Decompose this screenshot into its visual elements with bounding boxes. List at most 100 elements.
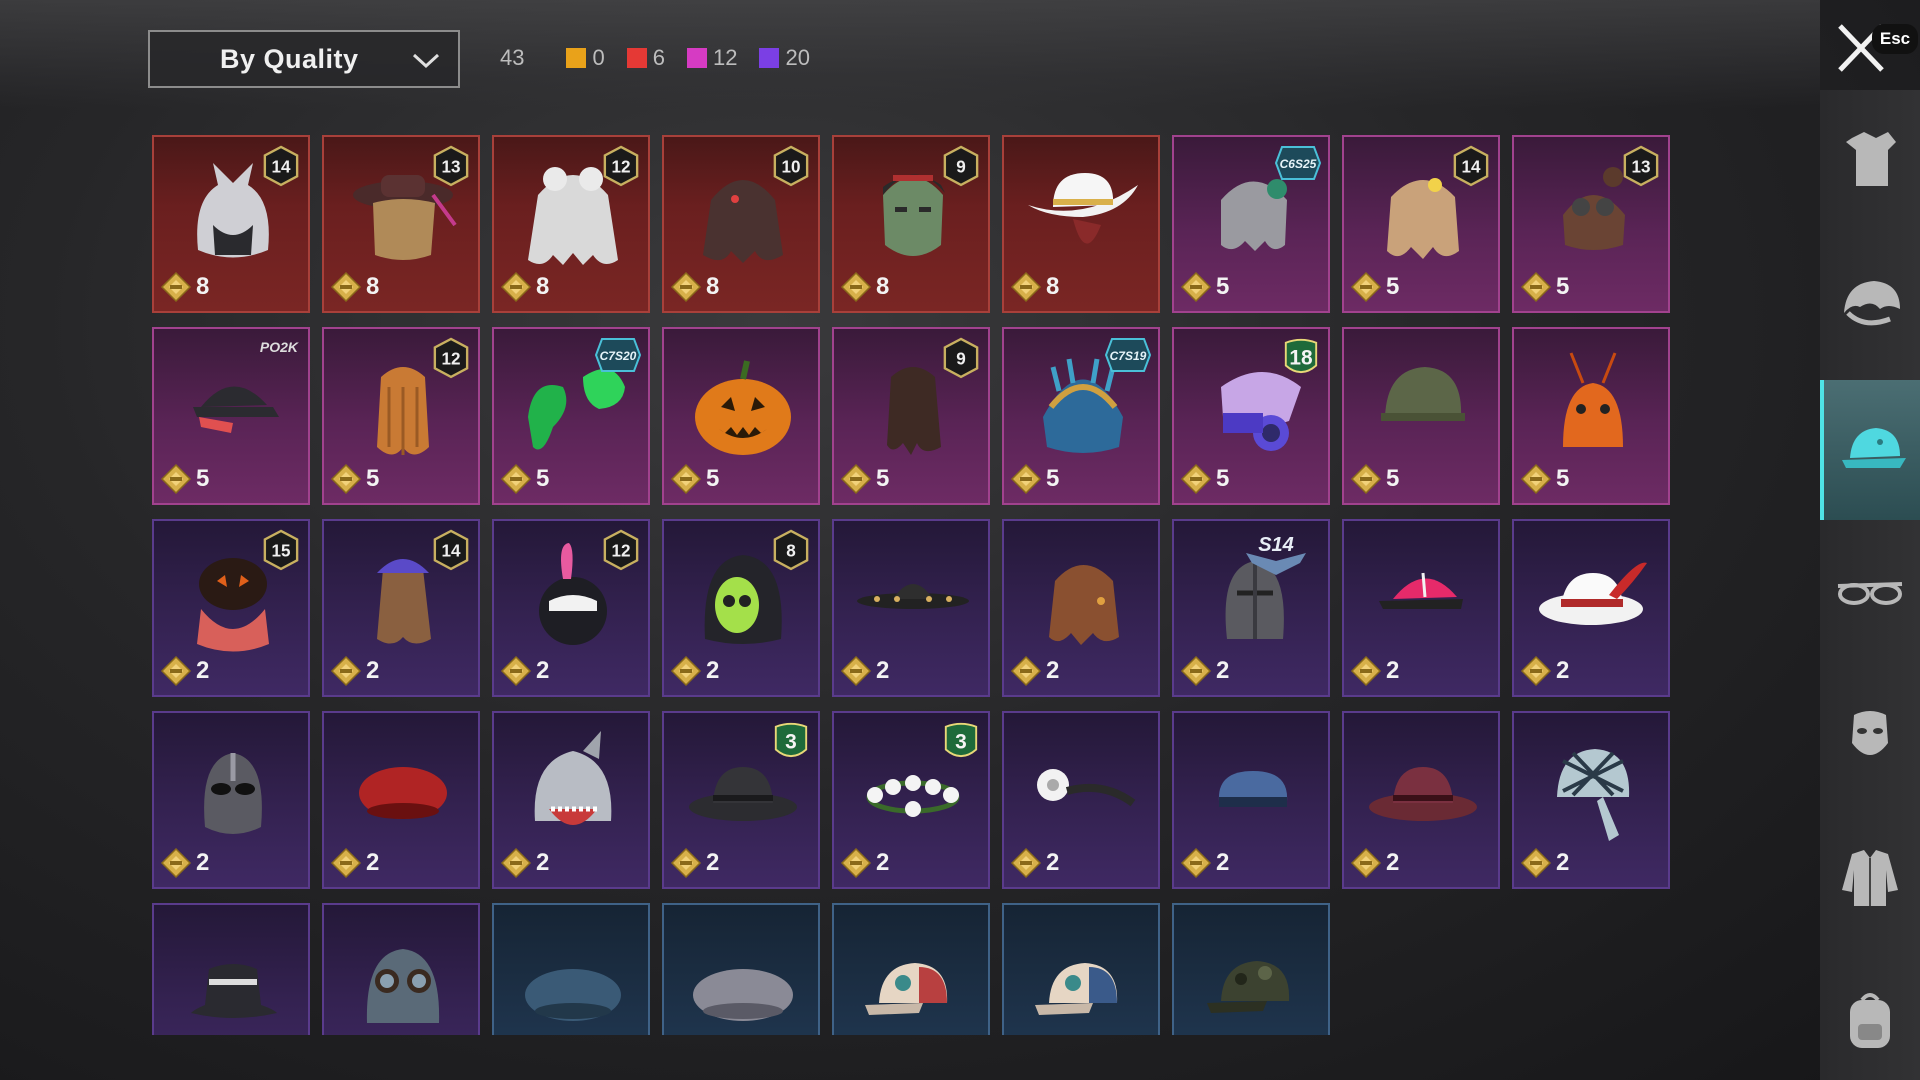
item-card[interactable]: 12 5 (322, 327, 480, 505)
police-cap-icon (1218, 771, 1288, 807)
item-card[interactable]: C6S25 5 (1172, 135, 1330, 313)
svg-text:13: 13 (441, 158, 460, 177)
rail-tab-glasses[interactable] (1820, 522, 1920, 662)
item-card[interactable] (152, 903, 310, 1035)
quality-count-legendary: 0 (566, 45, 605, 71)
level-badge: 14 (1452, 145, 1490, 187)
item-card[interactable]: 5 (1512, 327, 1670, 505)
item-price: 5 (1350, 271, 1399, 303)
item-card[interactable]: 2 (322, 711, 480, 889)
item-card[interactable] (832, 903, 990, 1035)
hair-icon (1844, 281, 1900, 326)
svg-text:15: 15 (271, 542, 290, 561)
price-value: 5 (1386, 465, 1400, 492)
rail-tab-hat[interactable] (1820, 380, 1920, 520)
item-card[interactable]: 32 (832, 711, 990, 889)
coin-icon (1180, 463, 1212, 495)
price-value: 2 (366, 657, 380, 684)
outfit-icon (1846, 132, 1896, 186)
item-card[interactable]: 13 8 (322, 135, 480, 313)
level-badge: 10 (772, 145, 810, 187)
item-card[interactable]: 95 (832, 327, 990, 505)
svg-text:14: 14 (271, 158, 290, 177)
level-badge: 3 (942, 721, 980, 761)
item-card[interactable] (662, 903, 820, 1035)
item-card[interactable]: 98 (832, 135, 990, 313)
svg-text:12: 12 (611, 542, 630, 561)
item-card[interactable]: 14 5 (1342, 135, 1500, 313)
level-badge: 12 (432, 337, 470, 379)
item-card[interactable]: 10 8 (662, 135, 820, 313)
army-helmet-icon (1381, 367, 1465, 421)
season-s14-badge: S14 (1242, 527, 1310, 577)
item-price: 5 (1350, 463, 1399, 495)
item-price: 2 (160, 847, 209, 879)
coin-icon (500, 655, 532, 687)
item-card[interactable]: 15 2 (152, 519, 310, 697)
item-card[interactable]: 2 (1342, 519, 1500, 697)
svg-text:14: 14 (1461, 158, 1480, 177)
rail-tab-face[interactable] (1820, 665, 1920, 805)
item-price: 8 (670, 271, 719, 303)
coin-icon (1350, 847, 1382, 879)
price-value: 5 (1556, 465, 1570, 492)
price-value: 2 (706, 849, 720, 876)
item-card[interactable]: 5 (1342, 327, 1500, 505)
item-card[interactable]: C7S20 5 (492, 327, 650, 505)
item-card[interactable]: 12 8 (492, 135, 650, 313)
item-card[interactable]: 5 (662, 327, 820, 505)
item-card[interactable]: 2 (492, 711, 650, 889)
item-card[interactable]: 2 (152, 711, 310, 889)
rail-tab-outfit[interactable] (1820, 90, 1920, 230)
item-price: 8 (160, 271, 209, 303)
pink-count: 12 (712, 45, 738, 70)
rail-tab-backpack[interactable] (1820, 950, 1920, 1080)
item-card[interactable] (492, 903, 650, 1035)
season-badge: C6S25 (1274, 145, 1322, 181)
item-card[interactable]: 14 2 (322, 519, 480, 697)
level-badge: 12 (602, 529, 640, 571)
item-card[interactable] (322, 903, 480, 1035)
svg-text:12: 12 (441, 350, 460, 369)
coin-icon (840, 271, 872, 303)
svg-text:3: 3 (785, 731, 797, 754)
level-badge: 15 (262, 529, 300, 571)
item-card[interactable]: 2 (1002, 711, 1160, 889)
item-card[interactable]: 12 2 (492, 519, 650, 697)
chevron-down-icon (412, 53, 440, 69)
item-card[interactable]: 32 (662, 711, 820, 889)
item-card[interactable]: 2 (1172, 711, 1330, 889)
item-card[interactable]: 14 8 (152, 135, 310, 313)
purple-count: 20 (785, 45, 810, 70)
rail-tab-top[interactable] (1820, 808, 1920, 948)
item-card[interactable]: PO2K 5 (152, 327, 310, 505)
item-card[interactable]: 2 (832, 519, 990, 697)
item-card[interactable] (1172, 903, 1330, 1035)
glasses-icon (1837, 582, 1903, 605)
price-value: 2 (1216, 849, 1230, 876)
level-badge: 9 (942, 337, 980, 379)
item-card[interactable]: 13 5 (1512, 135, 1670, 313)
item-card[interactable]: 8 (1002, 135, 1160, 313)
item-card[interactable]: S14 2 (1172, 519, 1330, 697)
item-price: 2 (1010, 655, 1059, 687)
item-card[interactable]: C7S19 5 (1002, 327, 1160, 505)
coin-icon (1180, 847, 1212, 879)
item-card[interactable]: 2 (1512, 711, 1670, 889)
coin-icon (500, 463, 532, 495)
item-price: 2 (670, 847, 719, 879)
red-beret-icon (359, 767, 447, 819)
item-card[interactable]: 2 (1512, 519, 1670, 697)
sort-dropdown[interactable]: By Quality (148, 30, 460, 88)
item-card[interactable]: 18 5 (1172, 327, 1330, 505)
item-card[interactable]: 2 (1002, 519, 1160, 697)
brown-hair-icon (1049, 565, 1119, 645)
coin-icon (160, 463, 192, 495)
item-price: 5 (1520, 271, 1569, 303)
item-card[interactable] (1002, 903, 1160, 1035)
coin-icon (500, 847, 532, 879)
svg-text:S14: S14 (1258, 534, 1294, 556)
item-card[interactable]: 82 (662, 519, 820, 697)
rail-tab-hair[interactable] (1820, 235, 1920, 375)
item-card[interactable]: 2 (1342, 711, 1500, 889)
